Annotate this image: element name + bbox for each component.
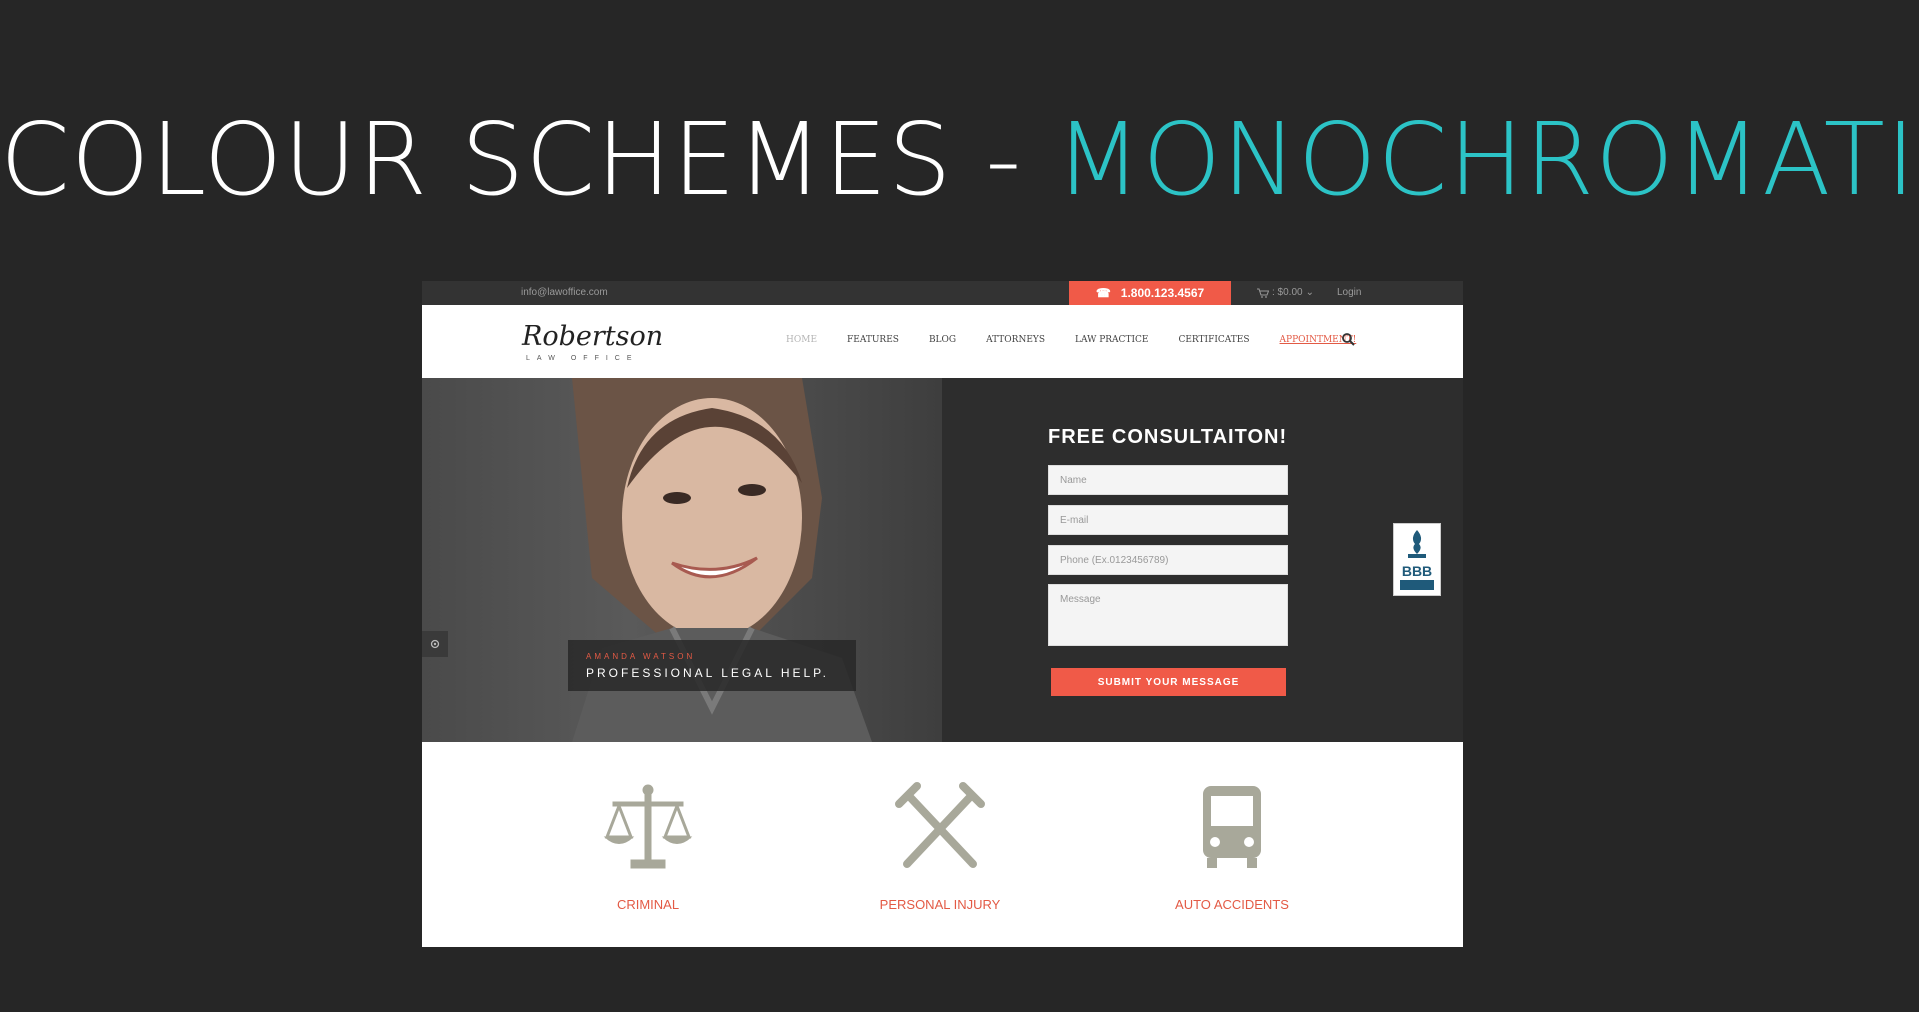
name-field[interactable]: Name xyxy=(1048,465,1288,495)
settings-button[interactable] xyxy=(422,631,448,657)
bbb-torch-icon: BBB xyxy=(1400,530,1434,590)
photo-caption: AMANDA WATSON PROFESSIONAL LEGAL HELP. xyxy=(568,640,856,691)
nav-blog[interactable]: BLOG xyxy=(929,335,956,345)
bus-icon xyxy=(1203,786,1261,868)
search-icon[interactable] xyxy=(1342,333,1355,346)
logo-subtitle: LAW OFFICE xyxy=(526,355,639,362)
cart-link[interactable]: : $0.00 ⌄ xyxy=(1257,287,1314,298)
title-prefix: COLOUR SCHEMES - xyxy=(0,101,1056,218)
website-screenshot: info@lawoffice.com ☎ 1.800.123.4567 : $0… xyxy=(422,281,1463,947)
gear-icon xyxy=(430,639,440,649)
service-label: CRIMINAL xyxy=(616,897,680,912)
phone-icon: ☎ xyxy=(1095,286,1111,300)
phone-badge[interactable]: ☎ 1.800.123.4567 xyxy=(1069,281,1231,305)
main-nav: HOME FEATURES BLOG ATTORNEYS LAW PRACTIC… xyxy=(786,335,1386,345)
nav-home[interactable]: HOME xyxy=(786,335,817,345)
submit-button[interactable]: SUBMIT YOUR MESSAGE xyxy=(1051,668,1286,696)
caption-tagline: PROFESSIONAL LEGAL HELP. xyxy=(586,666,829,680)
nav-attorneys[interactable]: ATTORNEYS xyxy=(986,335,1045,345)
crutches-icon xyxy=(895,782,985,868)
title-accent: MONOCHROMATIC xyxy=(1055,101,1919,218)
service-criminal[interactable]: CRIMINAL xyxy=(558,782,738,912)
email-field[interactable]: E-mail xyxy=(1048,505,1288,535)
bbb-badge[interactable]: BBB xyxy=(1393,523,1441,596)
logo[interactable]: Robertson xyxy=(522,321,663,352)
message-field[interactable]: Message xyxy=(1048,584,1288,646)
bbb-text: BBB xyxy=(1402,563,1432,579)
phone-number: 1.800.123.4567 xyxy=(1120,286,1205,300)
nav-features[interactable]: FEATURES xyxy=(847,335,899,345)
navbar: Robertson LAW OFFICE HOME FEATURES BLOG … xyxy=(422,305,1463,378)
service-personal-injury[interactable]: PERSONAL INJURY xyxy=(850,782,1030,912)
nav-certificates[interactable]: CERTIFICATES xyxy=(1178,335,1249,345)
service-auto-accidents[interactable]: AUTO ACCIDENTS xyxy=(1142,782,1322,912)
phone-field[interactable]: Phone (Ex.0123456789) xyxy=(1048,545,1288,575)
email-link[interactable]: info@lawoffice.com xyxy=(521,287,608,298)
cart-total: : $0.00 xyxy=(1272,287,1303,298)
attorney-photo: AMANDA WATSON PROFESSIONAL LEGAL HELP. xyxy=(422,378,942,742)
login-link[interactable]: Login xyxy=(1337,287,1361,298)
hero: AMANDA WATSON PROFESSIONAL LEGAL HELP. F… xyxy=(422,378,1463,742)
service-label: PERSONAL INJURY xyxy=(879,897,1001,912)
caption-name: AMANDA WATSON xyxy=(586,652,696,661)
services-section: CRIMINAL PERSONAL INJURY AUTO ACCIDENTS xyxy=(422,742,1463,947)
nav-law-practice[interactable]: LAW PRACTICE xyxy=(1075,335,1148,345)
chevron-down-icon: ⌄ xyxy=(1305,287,1314,298)
cart-icon xyxy=(1257,288,1269,298)
service-label: AUTO ACCIDENTS xyxy=(1175,897,1289,912)
scales-icon xyxy=(603,784,693,869)
top-bar: info@lawoffice.com ☎ 1.800.123.4567 : $0… xyxy=(422,281,1463,305)
form-title: FREE CONSULTAITON! xyxy=(1048,426,1288,448)
slide-title: COLOUR SCHEMES - MONOCHROMATIC xyxy=(0,100,1919,220)
